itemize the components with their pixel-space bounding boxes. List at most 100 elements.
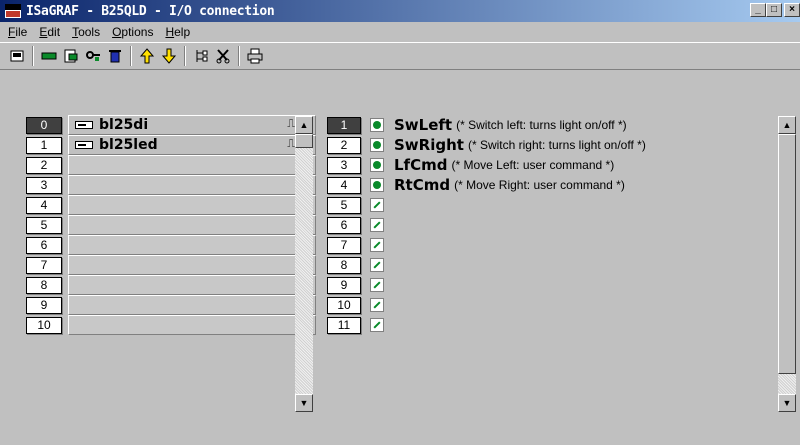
scroll-down-button[interactable]: ▼ [295,394,313,412]
board-row[interactable]: 7 [26,255,316,275]
board-index: 1 [26,136,62,154]
connect-icon[interactable] [38,45,60,67]
variable-comment: (* Switch right: turns light on/off *) [467,138,646,152]
edit-variable-icon[interactable] [370,278,384,292]
board-slot[interactable] [68,215,316,235]
board-index: 10 [26,316,62,334]
menu-options[interactable]: Options [106,25,159,39]
board-row[interactable]: 10 [26,315,316,335]
edit-variable-icon[interactable] [370,198,384,212]
toolbar-separator [130,46,132,66]
board-icon[interactable] [6,45,28,67]
board-row[interactable]: 1 bl25led ⎍ → [26,135,316,155]
board-slot[interactable] [68,315,316,335]
key-icon[interactable] [82,45,104,67]
channel-row[interactable]: 7 [327,235,777,255]
edit-variable-icon[interactable] [370,238,384,252]
board-slot[interactable]: bl25di ⎍ ← [68,115,316,135]
boolean-variable-icon [370,158,384,172]
board-icon [75,121,93,129]
variable-comment: (* Switch left: turns light on/off *) [456,118,627,132]
maximize-button[interactable]: □ [766,3,782,17]
tree-icon[interactable] [190,45,212,67]
board-slot[interactable] [68,195,316,215]
minimize-button[interactable]: _ [750,3,766,17]
channel-index: 4 [327,176,361,194]
down-arrow-icon[interactable] [158,45,180,67]
menu-file[interactable]: File [2,25,33,39]
channel-row[interactable]: 6 [327,215,777,235]
board-row[interactable]: 3 [26,175,316,195]
menu-edit[interactable]: Edit [33,25,66,39]
board-index: 2 [26,156,62,174]
channel-row[interactable]: 9 [327,275,777,295]
print-icon[interactable] [244,45,266,67]
close-button[interactable]: × [784,3,800,17]
scroll-thumb[interactable] [778,134,796,374]
board-index: 8 [26,276,62,294]
board-row[interactable]: 4 [26,195,316,215]
open-icon[interactable] [60,45,82,67]
edit-variable-icon[interactable] [370,318,384,332]
menu-tools[interactable]: Tools [66,25,106,39]
channel-index: 6 [327,216,361,234]
edit-variable-icon[interactable] [370,258,384,272]
board-list-scrollbar[interactable]: ▲ ▼ [295,116,313,412]
menu-bar: File Edit Tools Options Help [0,22,800,42]
channel-row[interactable]: 1 SwLeft (* Switch left: turns light on/… [327,115,777,135]
board-row[interactable]: 8 [26,275,316,295]
scroll-up-button[interactable]: ▲ [295,116,313,134]
board-row[interactable]: 0 bl25di ⎍ ← [26,115,316,135]
variable-comment: (* Move Left: user command *) [451,158,615,172]
variable-name: SwLeft [394,116,453,134]
board-slot[interactable] [68,255,316,275]
boolean-variable-icon [370,138,384,152]
board-slot[interactable]: bl25led ⎍ → [68,135,316,155]
variable-name: SwRight [394,136,464,154]
variable-name: RtCmd [394,176,451,194]
board-index: 5 [26,216,62,234]
channel-row[interactable]: 11 [327,315,777,335]
board-slot[interactable] [68,295,316,315]
channel-row[interactable]: 4 RtCmd (* Move Right: user command *) [327,175,777,195]
board-row[interactable]: 2 [26,155,316,175]
board-index: 6 [26,236,62,254]
scroll-down-button[interactable]: ▼ [778,394,796,412]
channel-row[interactable]: 10 [327,295,777,315]
board-slot[interactable] [68,275,316,295]
menu-help[interactable]: Help [159,25,196,39]
board-index: 9 [26,296,62,314]
board-row[interactable]: 6 [26,235,316,255]
cut-icon[interactable] [212,45,234,67]
window-title: ISaGRAF - B25QLD - I/O connection [26,3,275,19]
board-row[interactable]: 5 [26,215,316,235]
board-name: bl25di [99,117,149,133]
board-slot[interactable] [68,175,316,195]
channel-index: 8 [327,256,361,274]
trash-icon[interactable] [104,45,126,67]
channel-list: 1 SwLeft (* Switch left: turns light on/… [327,115,777,335]
channel-row[interactable]: 2 SwRight (* Switch right: turns light o… [327,135,777,155]
isagraf-app-icon[interactable] [4,3,22,19]
channel-row[interactable]: 8 [327,255,777,275]
io-connection-window: ISaGRAF - B25QLD - I/O connection _ □ × … [0,0,800,445]
channel-index: 7 [327,236,361,254]
board-slot[interactable] [68,155,316,175]
board-name: bl25led [99,137,158,153]
edit-variable-icon[interactable] [370,298,384,312]
channel-list-scrollbar[interactable]: ▲ ▼ [778,116,796,412]
board-row[interactable]: 9 [26,295,316,315]
scroll-thumb[interactable] [295,134,313,148]
channel-index: 1 [327,116,361,134]
board-slot[interactable] [68,235,316,255]
up-arrow-icon[interactable] [136,45,158,67]
toolbar-separator [238,46,240,66]
channel-index: 10 [327,296,361,314]
board-index: 4 [26,196,62,214]
channel-index: 9 [327,276,361,294]
channel-row[interactable]: 5 [327,195,777,215]
edit-variable-icon[interactable] [370,218,384,232]
channel-row[interactable]: 3 LfCmd (* Move Left: user command *) [327,155,777,175]
variable-name: LfCmd [394,156,448,174]
scroll-up-button[interactable]: ▲ [778,116,796,134]
